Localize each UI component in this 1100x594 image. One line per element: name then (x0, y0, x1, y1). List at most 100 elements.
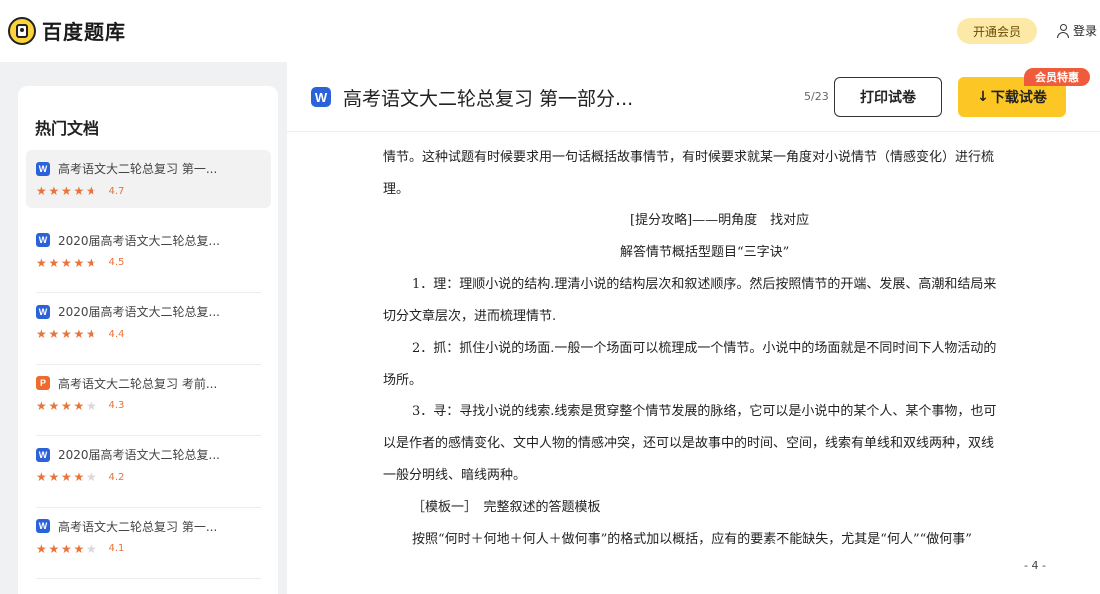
star-rating: ★ ★ ★ ★ ★ (36, 185, 99, 197)
login-button[interactable]: 登录 (1056, 22, 1097, 39)
star-icon: ★ (36, 470, 47, 484)
doc-item-name: 2020届高考语文大二轮总复... (58, 448, 220, 462)
doc-item-name: 2020届高考语文大二轮总复... (58, 233, 220, 248)
word-file-icon: W (36, 447, 50, 462)
doc-line: 3．寻：寻找小说的线索.线索是贯穿整个情节发展的脉络，它可以是小说中的某个人、某… (412, 404, 997, 419)
page-indicator: 5/23 (804, 90, 829, 103)
star-icon: ★ (86, 327, 97, 341)
doc-line: 场所。 (383, 373, 423, 388)
top-header: 百度题库 开通会员 登录 (0, 0, 1100, 62)
sidebar-doc-item[interactable]: W 高考语文大二轮总复习 第一... ★ ★ ★ ★ ★ 4.1 (26, 508, 271, 579)
word-file-icon: W (36, 304, 50, 319)
doc-line: 解答情节概括型题目“三字诀” (620, 245, 790, 260)
doc-item-name: 高考语文大二轮总复习 考前... (58, 376, 218, 391)
doc-line: 情节。这种试题有时候要求用一句话概括故事情节，有时候要求就某一角度对小说情节（情… (383, 150, 995, 165)
star-icon: ★ (48, 255, 60, 270)
star-icon: ★ (73, 327, 85, 341)
doc-item-name: 2020届高考语文大二轮总复... (58, 305, 220, 319)
star-icon: ★ (48, 184, 60, 198)
rating-score: 4.3 (108, 400, 125, 411)
star-icon: ★ (48, 327, 60, 341)
divider (36, 578, 261, 579)
rating: ★ ★ ★ ★ ★ 4.4 (36, 328, 124, 340)
rating-score: 4.4 (108, 328, 125, 340)
doc-line: 一般分明线、暗线两种。 (383, 468, 527, 483)
star-icon: ★ (61, 398, 72, 413)
rating-score: 4.2 (108, 471, 125, 483)
star-icon: ★ (73, 255, 85, 270)
star-rating: ★ ★ ★ ★ ★ (36, 543, 99, 555)
star-icon: ★ (61, 255, 72, 270)
word-doc-icon: W (311, 87, 331, 107)
doc-item-name: 高考语文大二轮总复习 第一... (58, 519, 218, 534)
sidebar-doc-item[interactable]: W 2020届高考语文大二轮总复... ★ ★ ★ ★ ★ 4.5 (26, 222, 271, 293)
doc-list: W 高考语文大二轮总复习 第一... ★ ★ ★ ★ ★ 4.7 W 2020届高考语文大二轮总复… (26, 150, 271, 579)
document-viewer: W 高考语文大二轮总复习 第一部分... 5/23 打印试卷 ↓ 下载试卷 会员… (287, 62, 1100, 594)
star-icon: ★ (48, 398, 60, 413)
doc-item-title-row: W 2020届高考语文大二轮总复... (36, 232, 220, 249)
sidebar-title: 热门文档 (35, 119, 100, 138)
star-rating: ★ ★ ★ ★ ★ (36, 471, 99, 483)
star-icon: ★ (73, 470, 85, 484)
user-icon (1056, 23, 1070, 38)
rating: ★ ★ ★ ★ ★ 4.1 (36, 543, 124, 555)
doc-line: 按照“何时＋何地＋何人＋做何事”的格式加以概括，应有的要素不能缺失，尤其是“何人… (412, 532, 972, 547)
star-icon: ★ (36, 398, 47, 413)
star-icon: ★ (86, 255, 97, 270)
star-icon: ★ (36, 255, 47, 270)
document-page: 情节。这种试题有时候要求用一句话概括故事情节，有时候要求就某一角度对小说情节（情… (287, 134, 1100, 594)
open-vip-button[interactable]: 开通会员 (957, 18, 1037, 44)
star-icon: ★ (61, 541, 72, 556)
star-icon: ★ (48, 470, 60, 484)
sidebar-doc-item[interactable]: W 2020届高考语文大二轮总复... ★ ★ ★ ★ ★ 4.4 (26, 293, 271, 365)
sidebar-doc-item[interactable]: P 高考语文大二轮总复习 考前... ★ ★ ★ ★ ★ 4.3 (26, 365, 271, 436)
star-icon: ★ (86, 184, 97, 198)
star-icon: ★ (61, 184, 72, 198)
login-label: 登录 (1073, 24, 1098, 38)
star-icon: ★ (73, 184, 85, 198)
member-promo-badge: 会员特惠 (1024, 68, 1090, 86)
star-icon: ★ (73, 398, 85, 413)
star-rating: ★ ★ ★ ★ ★ (36, 257, 99, 269)
doc-line: 1．理：理顺小说的结构.理清小说的结构层次和叙述顺序。然后按照情节的开端、发展、… (412, 277, 997, 292)
document-header: W 高考语文大二轮总复习 第一部分... 5/23 打印试卷 ↓ 下载试卷 会员… (287, 62, 1100, 132)
logo-icon (8, 16, 36, 45)
star-icon: ★ (48, 541, 60, 556)
star-icon: ★ (61, 470, 72, 484)
star-icon: ★ (36, 327, 47, 341)
doc-item-title-row: W 高考语文大二轮总复习 第一... (36, 160, 217, 177)
document-title: 高考语文大二轮总复习 第一部分... (343, 88, 634, 110)
rating: ★ ★ ★ ★ ★ 4.2 (36, 471, 124, 483)
rating: ★ ★ ★ ★ ★ 4.7 (36, 185, 124, 197)
doc-item-title-row: W 高考语文大二轮总复习 第一... (36, 518, 217, 535)
sidebar-doc-item[interactable]: W 2020届高考语文大二轮总复... ★ ★ ★ ★ ★ 4.2 (26, 436, 271, 508)
word-file-icon: W (36, 233, 50, 247)
star-icon: ★ (86, 541, 97, 556)
download-label: 下载试卷 (990, 90, 1047, 106)
doc-line: ［模板一］ 完整叙述的答题模板 (412, 500, 601, 515)
star-icon: ★ (86, 470, 97, 484)
download-arrow-icon: ↓ (977, 89, 989, 105)
logo-text: 百度题库 (42, 20, 126, 44)
star-icon: ★ (36, 541, 47, 556)
star-rating: ★ ★ ★ ★ ★ (36, 328, 99, 340)
sidebar-doc-item[interactable]: W 高考语文大二轮总复习 第一... ★ ★ ★ ★ ★ 4.7 (26, 150, 271, 208)
word-file-icon: W (36, 161, 50, 176)
logo[interactable]: 百度题库 (8, 16, 126, 45)
rating-score: 4.7 (108, 185, 125, 197)
star-icon: ★ (86, 398, 97, 413)
doc-line: 以是作者的感情变化、文中人物的情感冲突，还可以是故事中的时间、空间，线索有单线和… (383, 436, 995, 451)
rating: ★ ★ ★ ★ ★ 4.5 (36, 257, 124, 269)
print-button[interactable]: 打印试卷 (834, 77, 942, 117)
star-rating: ★ ★ ★ ★ ★ (36, 400, 99, 412)
star-icon: ★ (36, 184, 47, 198)
doc-line: 理。 (383, 182, 410, 197)
word-file-icon: W (36, 519, 50, 533)
rating: ★ ★ ★ ★ ★ 4.3 (36, 400, 124, 412)
rating-score: 4.1 (108, 543, 125, 554)
star-icon: ★ (73, 541, 85, 556)
doc-line: 切分文章层次，进而梳理情节. (383, 309, 557, 324)
ppt-file-icon: P (36, 376, 50, 390)
page-number: - 4 - (1024, 559, 1046, 572)
rating-score: 4.5 (108, 257, 125, 268)
